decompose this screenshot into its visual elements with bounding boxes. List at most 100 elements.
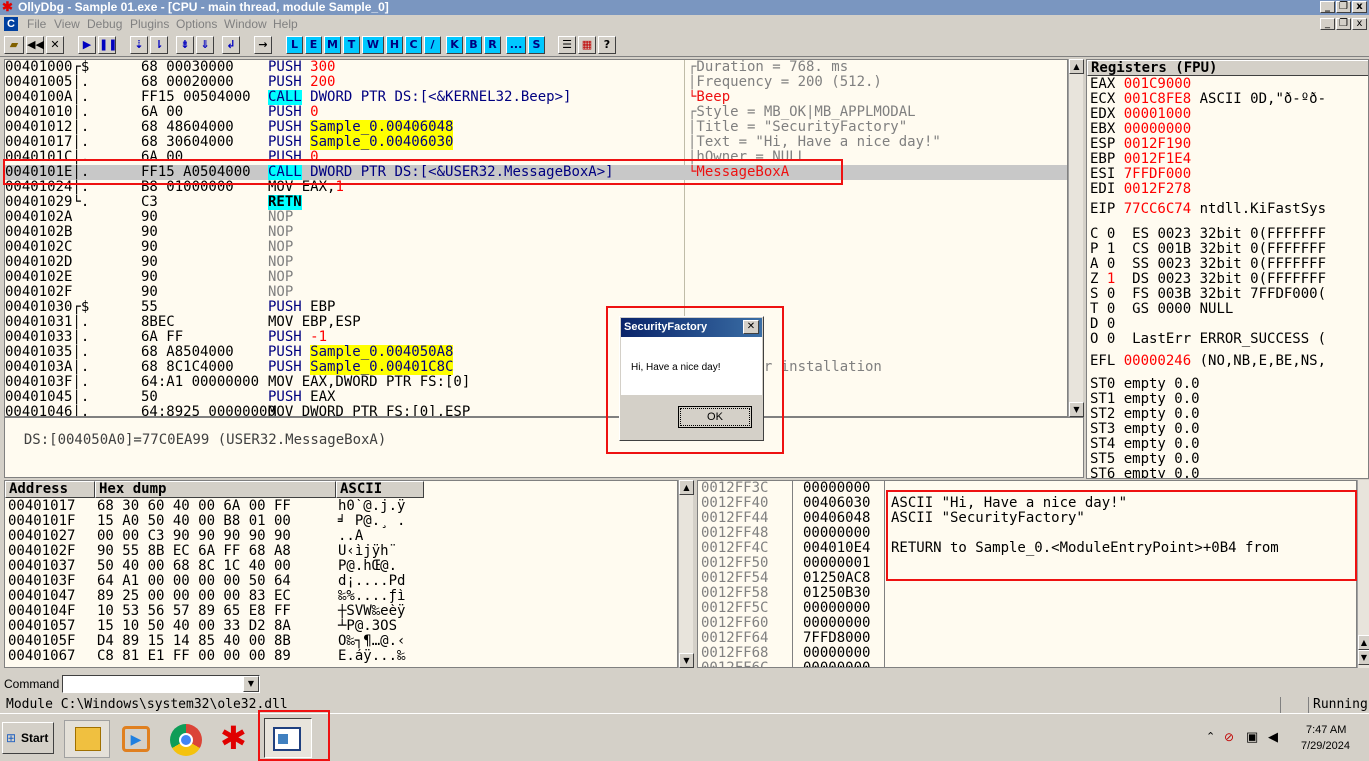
flag-row[interactable]: C 0 ES 0023 32bit 0(FFFFFFF [1090, 227, 1368, 242]
scroll-up-icon[interactable]: ▲ [1069, 59, 1084, 74]
dump-row[interactable]: 00401057 15 10 50 40 00 33 D2 8A ┴P@.3ÒŠ [8, 619, 428, 634]
menu-window[interactable]: Window [224, 17, 267, 31]
fpu-register-row[interactable]: ST6 empty 0.0 [1090, 467, 1368, 478]
execute-till-return-icon[interactable]: ↲ [222, 36, 240, 54]
scroll-up-icon[interactable]: ▲ [679, 480, 694, 495]
toolbar-callstack-button[interactable]: K [446, 36, 463, 54]
register-row[interactable]: ECX 001C8FE8 ASCII 0D,"ð-ºð- [1090, 92, 1368, 107]
register-row[interactable]: ESP 0012F190 [1090, 137, 1368, 152]
fpu-register-row[interactable]: ST4 empty 0.0 [1090, 437, 1368, 452]
disasm-row[interactable]: 00401035│. 68 A8504000 PUSH Sample_0.0040… [5, 345, 1067, 360]
disasm-row[interactable]: 00401046│. 64:8925 00000000 MOV DWORD PTR… [5, 405, 1067, 416]
disasm-row[interactable]: 0040103F│. 64:A1 00000000 MOV EAX,DWORD P… [5, 375, 1067, 390]
restart-icon[interactable]: ◀◀ [26, 36, 44, 54]
help-icon[interactable]: ? [598, 36, 616, 54]
chevron-down-icon[interactable]: ▼ [243, 676, 259, 692]
dump-row[interactable]: 00401067 C8 81 E1 FF 00 00 00 89 È.áÿ...‰ [8, 649, 428, 664]
register-row[interactable]: EAX 001C9000 [1090, 77, 1368, 92]
stack-row[interactable]: 0012FF60 00000000 [701, 616, 1356, 631]
run-icon[interactable]: ▶ [78, 36, 96, 54]
flag-row[interactable]: Z 1 DS 0023 32bit 0(FFFFFFF [1090, 272, 1368, 287]
disasm-row[interactable]: 0040102A 90 NOP [5, 210, 1067, 225]
disasm-row[interactable]: 00401000┌$ 68 00030000 PUSH 300 ┌Duration … [5, 60, 1067, 75]
dump-row[interactable]: 00401017 68 30 60 40 00 6A 00 FF h0`@.j.ÿ [8, 499, 428, 514]
step-into-icon[interactable]: ⇣ [130, 36, 148, 54]
disasm-row[interactable]: 0040102F 90 NOP [5, 285, 1067, 300]
disasm-row[interactable]: 0040102C 90 NOP [5, 240, 1067, 255]
maximize-button[interactable]: ❐ [1336, 1, 1351, 13]
action-center-icon[interactable]: ⊘ [1224, 730, 1234, 744]
dump-scrollbar[interactable]: ▲ ▼ [678, 480, 694, 668]
stack-scrollbar[interactable]: ▲ ▼ [1357, 480, 1369, 668]
disassembly-scrollbar[interactable]: ▲ ▼ [1068, 59, 1084, 417]
stack-row[interactable]: 0012FF6C 00000000 [701, 661, 1356, 667]
flag-row[interactable]: D 0 [1090, 317, 1368, 332]
disasm-row[interactable]: 0040102D 90 NOP [5, 255, 1067, 270]
disasm-row[interactable]: 00401030┌$ 55 PUSH EBP [5, 300, 1067, 315]
toolbar-handles-button[interactable]: H [386, 36, 403, 54]
disasm-row[interactable]: 0040100A│. FF15 00504000 CALL DWORD PTR D… [5, 90, 1067, 105]
fpu-register-row[interactable]: ST2 empty 0.0 [1090, 407, 1368, 422]
hex-dump-pane[interactable]: Address Hex dump ASCII 00401017 68 30 60 … [4, 480, 678, 668]
menu-file[interactable]: File [27, 17, 46, 31]
step-over-icon[interactable]: ⇂ [150, 36, 168, 54]
menu-options[interactable]: Options [176, 17, 217, 31]
register-row[interactable]: EBX 00000000 [1090, 122, 1368, 137]
flag-row[interactable]: T 0 GS 0000 NULL [1090, 302, 1368, 317]
disasm-row[interactable]: 00401031│. 8BEC MOV EBP,ESP [5, 315, 1067, 330]
disasm-row[interactable]: 00401005│. 68 00020000 PUSH 200 │Frequency… [5, 75, 1067, 90]
explorer-taskbar-button[interactable] [64, 720, 110, 758]
open-icon[interactable]: ▰ [4, 36, 24, 54]
ollydbg-taskbar-button[interactable]: ✱ [212, 720, 258, 758]
trace-into-icon[interactable]: ⇟ [176, 36, 194, 54]
dump-row[interactable]: 0040101F 15 A0 50 40 00 B8 01 00 ╛ P@.¸ . [8, 514, 428, 529]
dump-row[interactable]: 0040105F D4 89 15 14 85 40 00 8B Ô‰┐¶…@.‹ [8, 634, 428, 649]
toolbar-threads-button[interactable]: T [343, 36, 360, 54]
registers-pane[interactable]: Registers (FPU) EAX 001C9000 ECX 001C8FE8… [1086, 59, 1369, 479]
disasm-row[interactable]: 00401029└. C3 RETN [5, 195, 1067, 210]
pause-icon[interactable]: ❚❚ [98, 36, 117, 54]
chevron-up-icon[interactable]: ⌃ [1206, 730, 1215, 743]
clock-time[interactable]: 7:47 AM [1306, 724, 1346, 736]
toolbar-memory-button[interactable]: M [324, 36, 341, 54]
toolbar-patches-button[interactable]: / [424, 36, 441, 54]
flag-row[interactable]: A 0 SS 0023 32bit 0(FFFFFFF [1090, 257, 1368, 272]
register-row[interactable]: EDX 00001000 [1090, 107, 1368, 122]
menu-help[interactable]: Help [273, 17, 298, 31]
dump-row[interactable]: 0040103F 64 A1 00 00 00 00 50 64 d¡....Pd [8, 574, 428, 589]
fpu-register-row[interactable]: ST5 empty 0.0 [1090, 452, 1368, 467]
chrome-taskbar-button[interactable] [164, 720, 208, 758]
close-process-icon[interactable]: ✕ [46, 36, 64, 54]
list-icon[interactable]: ☰ [558, 36, 576, 54]
child-restore-button[interactable]: ❐ [1336, 18, 1351, 30]
eip-row[interactable]: EIP 77CC6C74 ntdll.KiFastSys [1090, 202, 1368, 217]
disasm-row[interactable]: 00401017│. 68 30604000 PUSH Sample_0.0040… [5, 135, 1067, 150]
fpu-register-row[interactable]: ST3 empty 0.0 [1090, 422, 1368, 437]
command-input[interactable]: ▼ [62, 675, 260, 693]
stack-row[interactable]: 0012FF58 01250B30 [701, 586, 1356, 601]
menu-debug[interactable]: Debug [87, 17, 122, 31]
register-row[interactable]: EDI 0012F278 [1090, 182, 1368, 197]
disasm-row[interactable]: 00401012│. 68 48604000 PUSH Sample_0.0040… [5, 120, 1067, 135]
toolbar-runtrace-button[interactable]: ... [506, 36, 526, 54]
flag-row[interactable]: S 0 FS 003B 32bit 7FFDF000( [1090, 287, 1368, 302]
disasm-row[interactable]: 00401010│. 6A 00 PUSH 0 ┌Style = MB_OK|MB_… [5, 105, 1067, 120]
volume-icon[interactable]: ◀ [1268, 729, 1278, 745]
scroll-down-icon[interactable]: ▼ [1069, 402, 1084, 417]
toolbar-source-button[interactable]: S [528, 36, 545, 54]
dump-row[interactable]: 0040102F 90 55 8B EC 6A FF 68 A8 U‹ìjÿh¨ [8, 544, 428, 559]
dump-row[interactable]: 00401027 00 00 C3 90 90 90 90 90 ..Ã [8, 529, 428, 544]
stack-row[interactable]: 0012FF5C 00000000 [701, 601, 1356, 616]
fpu-register-row[interactable]: ST1 empty 0.0 [1090, 392, 1368, 407]
menu-plugins[interactable]: Plugins [130, 17, 169, 31]
flag-row[interactable]: O 0 LastErr ERROR_SUCCESS ( [1090, 332, 1368, 347]
disasm-row[interactable]: 0040102E 90 NOP [5, 270, 1067, 285]
grid-icon[interactable]: ▦ [578, 36, 596, 54]
address-column-header[interactable]: Address [5, 481, 95, 498]
toolbar-windows-button[interactable]: W [362, 36, 384, 54]
disasm-row[interactable]: 0040102B 90 NOP [5, 225, 1067, 240]
disasm-row[interactable]: 00401033│. 6A FF PUSH -1 [5, 330, 1067, 345]
disassembly-pane[interactable]: 00401000┌$ 68 00030000 PUSH 300 ┌Duration … [4, 59, 1068, 417]
network-icon[interactable]: ▣ [1246, 729, 1258, 745]
scroll-down-icon[interactable]: ▼ [679, 653, 694, 668]
